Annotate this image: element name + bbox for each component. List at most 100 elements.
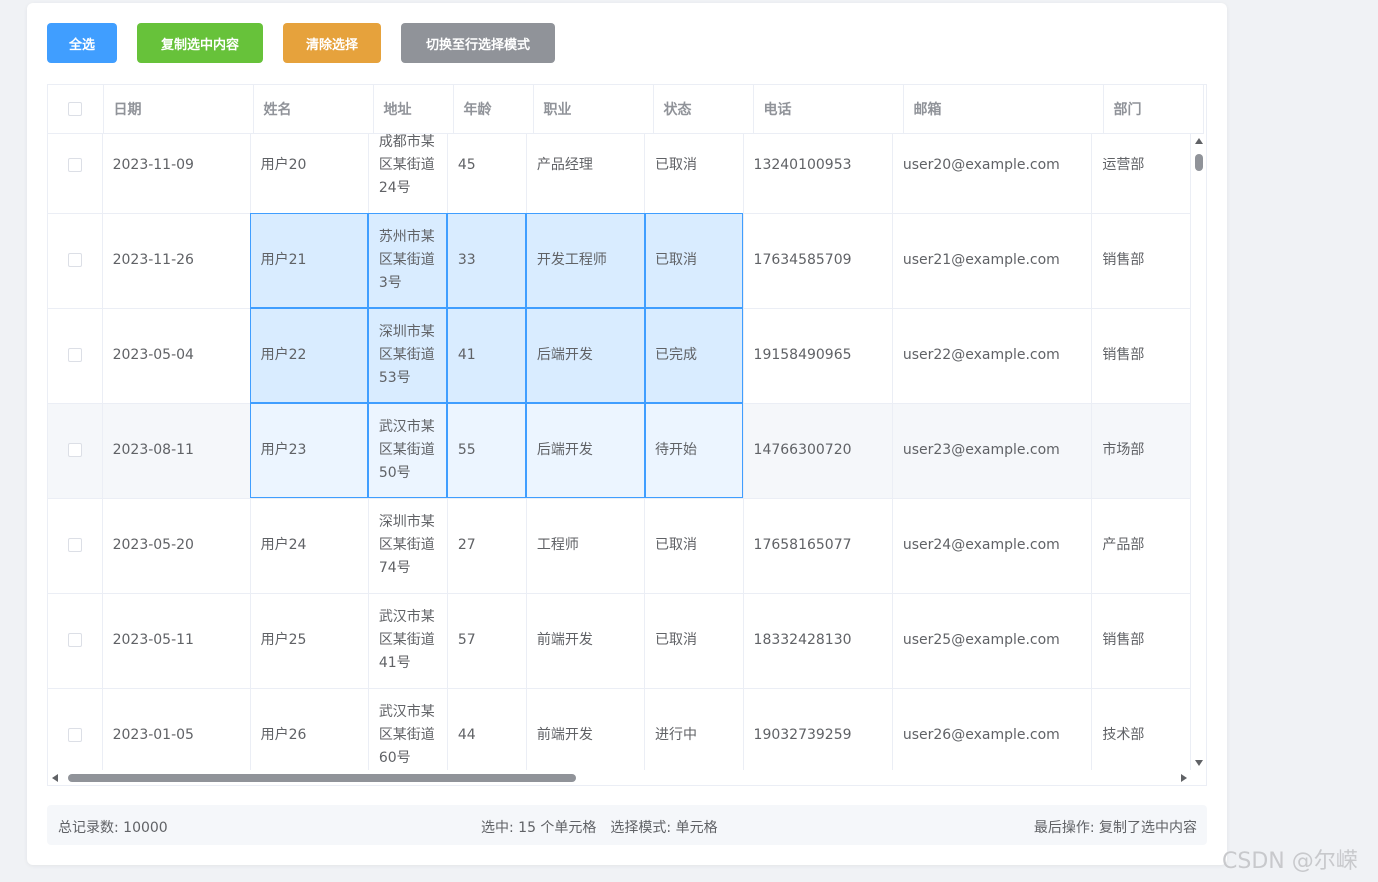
cell-status[interactable]: 已取消 [644,213,744,309]
cell-name[interactable]: 用户20 [250,134,369,214]
scroll-right-icon[interactable] [1181,774,1187,782]
cell-date[interactable]: 2023-01-05 [102,688,251,770]
vertical-scrollbar[interactable] [1192,134,1206,770]
cell-address[interactable]: 深圳市某区某街道74号 [368,498,448,594]
cell-dept[interactable]: 技术部 [1091,688,1191,770]
cell-age[interactable]: 45 [447,134,527,214]
cell-phone[interactable]: 18332428130 [743,593,893,689]
table-row[interactable]: 2023-11-09 用户20 成都市某区某街道24号 45 产品经理 已取消 132401… [48,134,1191,214]
cell-job[interactable]: 后端开发 [526,308,646,404]
toggle-row-mode-button[interactable]: 切换至行选择模式 [401,23,555,63]
cell-age[interactable]: 57 [447,593,527,689]
table-row[interactable]: 2023-05-20 用户24 深圳市某区某街道74号 27 工程师 已取消 1765816… [48,498,1191,594]
cell-date[interactable]: 2023-05-20 [102,498,251,594]
scroll-left-icon[interactable] [52,774,58,782]
cell-date[interactable]: 2023-05-11 [102,593,251,689]
cell-address[interactable]: 成都市某区某街道24号 [368,134,448,214]
cell-dept[interactable]: 销售部 [1091,593,1191,689]
cell-status[interactable]: 待开始 [644,403,744,499]
cell-address[interactable]: 武汉市某区某街道41号 [368,593,448,689]
cell-email[interactable]: user21@example.com [892,213,1093,309]
cell-status[interactable]: 已完成 [644,308,744,404]
cell-date[interactable]: 2023-11-26 [102,213,251,309]
cell-phone[interactable]: 19032739259 [743,688,893,770]
cell-dept[interactable]: 市场部 [1091,403,1191,499]
cell-address[interactable]: 苏州市某区某街道3号 [368,213,448,309]
row-checkbox[interactable] [67,728,82,742]
row-checkbox-cell[interactable] [48,688,103,770]
cell-name[interactable]: 用户25 [250,593,369,689]
checkbox-icon[interactable] [68,101,83,116]
table-row[interactable]: 2023-05-04 用户22 深圳市某区某街道53号 41 后端开发 已完成 191584… [48,308,1191,404]
table-row[interactable]: 2023-05-11 用户25 武汉市某区某街道41号 57 前端开发 已取消 183324… [48,593,1191,689]
row-checkbox-cell[interactable] [48,308,103,404]
cell-age[interactable]: 44 [447,688,527,770]
table-row[interactable]: 2023-11-26 用户21 苏州市某区某街道3号 33 开发工程师 已取消 176345… [48,213,1191,309]
row-checkbox[interactable] [67,538,82,552]
scroll-down-icon[interactable] [1195,760,1203,766]
cell-age[interactable]: 33 [447,213,527,309]
select-all-button[interactable]: 全选 [47,23,117,63]
cell-dept[interactable]: 产品部 [1091,498,1191,594]
cell-date[interactable]: 2023-08-11 [102,403,251,499]
column-header[interactable]: 职业 [533,85,654,134]
scroll-up-icon[interactable] [1195,138,1203,144]
row-checkbox[interactable] [67,633,82,647]
cell-job[interactable]: 前端开发 [526,688,646,770]
cell-email[interactable]: user20@example.com [892,134,1093,214]
cell-age[interactable]: 55 [447,403,527,499]
cell-status[interactable]: 进行中 [644,688,744,770]
cell-email[interactable]: user26@example.com [892,688,1093,770]
column-header[interactable]: 姓名 [253,85,374,134]
cell-phone[interactable]: 14766300720 [743,403,893,499]
cell-phone[interactable]: 19158490965 [743,308,893,404]
cell-name[interactable]: 用户23 [250,403,369,499]
cell-email[interactable]: user24@example.com [892,498,1093,594]
cell-job[interactable]: 前端开发 [526,593,646,689]
cell-job[interactable]: 后端开发 [526,403,646,499]
table-row[interactable]: 2023-08-11 用户23 武汉市某区某街道50号 55 后端开发 待开始 147663… [48,403,1191,499]
row-checkbox[interactable] [67,157,82,172]
cell-name[interactable]: 用户22 [250,308,369,404]
cell-date[interactable]: 2023-05-04 [102,308,251,404]
cell-address[interactable]: 武汉市某区某街道50号 [368,403,448,499]
cell-phone[interactable]: 17634585709 [743,213,893,309]
header-select-all-checkbox[interactable] [48,85,104,134]
cell-job[interactable]: 开发工程师 [526,213,646,309]
row-checkbox-cell[interactable] [48,134,103,214]
cell-dept[interactable]: 销售部 [1091,213,1191,309]
cell-phone[interactable]: 17658165077 [743,498,893,594]
cell-age[interactable]: 41 [447,308,527,404]
cell-dept[interactable]: 销售部 [1091,308,1191,404]
row-checkbox[interactable] [67,253,82,267]
cell-name[interactable]: 用户26 [250,688,369,770]
row-checkbox-cell[interactable] [48,213,103,309]
row-checkbox[interactable] [67,443,82,457]
cell-email[interactable]: user22@example.com [892,308,1093,404]
cell-address[interactable]: 深圳市某区某街道53号 [368,308,448,404]
clear-selection-button[interactable]: 清除选择 [283,23,381,63]
row-checkbox-cell[interactable] [48,498,103,594]
row-checkbox-cell[interactable] [48,403,103,499]
row-checkbox-cell[interactable] [48,593,103,689]
table-row[interactable]: 2023-01-05 用户26 武汉市某区某街道60号 44 前端开发 进行中 190327… [48,688,1191,770]
cell-status[interactable]: 已取消 [644,593,744,689]
cell-email[interactable]: user23@example.com [892,403,1093,499]
column-header[interactable]: 地址 [373,85,454,134]
cell-name[interactable]: 用户24 [250,498,369,594]
vertical-scroll-thumb[interactable] [1195,154,1203,171]
column-header[interactable]: 年龄 [453,85,534,134]
cell-status[interactable]: 已取消 [644,498,744,594]
column-header[interactable]: 日期 [103,85,254,134]
horizontal-scroll-thumb[interactable] [68,774,576,782]
cell-date[interactable]: 2023-11-09 [102,134,251,214]
row-checkbox[interactable] [67,348,82,362]
cell-dept[interactable]: 运营部 [1091,134,1191,214]
cell-address[interactable]: 武汉市某区某街道60号 [368,688,448,770]
cell-email[interactable]: user25@example.com [892,593,1093,689]
column-header[interactable]: 邮箱 [903,85,1104,134]
cell-job[interactable]: 工程师 [526,498,646,594]
horizontal-scrollbar[interactable] [48,771,1191,785]
column-header[interactable]: 状态 [653,85,754,134]
cell-phone[interactable]: 13240100953 [743,134,893,214]
